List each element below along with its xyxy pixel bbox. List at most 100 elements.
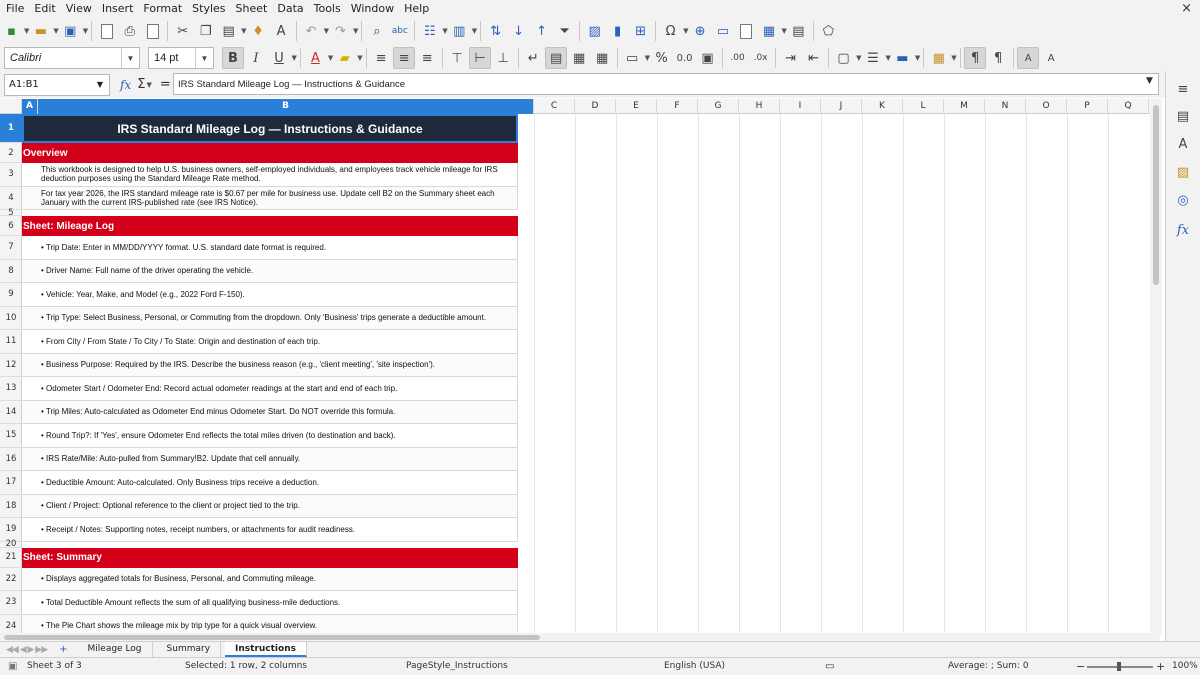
- text-direction-ltr-icon[interactable]: ¶: [964, 47, 987, 69]
- instruction-cell[interactable]: • Driver Name: Full name of the driver o…: [22, 259, 518, 283]
- instruction-cell[interactable]: • Vehicle: Year, Make, and Model (e.g., …: [22, 283, 518, 307]
- cell-area[interactable]: IRS Standard Mileage Log — Instructions …: [22, 114, 1160, 634]
- print-preview-icon[interactable]: [142, 20, 164, 42]
- undo-dropdown-icon[interactable]: ▼: [324, 27, 329, 35]
- row-icon[interactable]: ☷: [419, 20, 441, 42]
- new-document-icon[interactable]: ▪: [1, 20, 23, 42]
- row-header-17[interactable]: 17: [0, 471, 22, 495]
- tab-navigation-icon[interactable]: ◀◀ ◀ ▶ ▶▶: [6, 645, 48, 655]
- number-format-icon[interactable]: 0.0: [674, 47, 696, 69]
- print-icon[interactable]: ⎙: [119, 20, 141, 42]
- vertical-scrollbar[interactable]: [1150, 99, 1162, 635]
- menu-tools[interactable]: Tools: [309, 0, 346, 17]
- row-header-24[interactable]: 24: [0, 615, 22, 635]
- instruction-cell[interactable]: • Deductible Amount: Auto-calculated. On…: [22, 471, 518, 495]
- menu-edit[interactable]: Edit: [29, 0, 60, 17]
- align-left-icon[interactable]: ≡: [370, 47, 392, 69]
- decrease-indent-icon[interactable]: ⇤: [803, 47, 825, 69]
- delete-decimal-icon[interactable]: .0x: [750, 47, 772, 69]
- instruction-cell[interactable]: • Trip Date: Enter in MM/DD/YYYY format.…: [22, 236, 518, 260]
- select-all-corner[interactable]: [0, 99, 22, 114]
- spreadsheet-grid[interactable]: ABCDEFGHIJKLMNOPQ 1 2 3 4 5 6 7 8 9 10 11 12 13 14 15 1…: [0, 99, 1160, 634]
- function-wizard-icon[interactable]: fx: [120, 78, 131, 92]
- zoom-in-icon[interactable]: +: [1156, 660, 1165, 673]
- menu-view[interactable]: View: [61, 0, 97, 17]
- document-modified-icon[interactable]: ▣: [8, 661, 17, 672]
- text-horizontal-icon[interactable]: A: [1017, 47, 1040, 69]
- zoom-out-icon[interactable]: −: [1076, 660, 1085, 673]
- functions-icon[interactable]: fx: [1174, 221, 1192, 239]
- navigator-icon[interactable]: ◎: [1174, 191, 1192, 209]
- formula-input[interactable]: IRS Standard Mileage Log — Instructions …: [173, 73, 1159, 95]
- row-header-7[interactable]: 7: [0, 236, 22, 260]
- column-header-f[interactable]: F: [657, 99, 698, 114]
- instruction-cell[interactable]: • IRS Rate/Mile: Auto-pulled from Summar…: [22, 447, 518, 471]
- print-area-dropdown-icon[interactable]: ▼: [782, 27, 787, 35]
- title-cell[interactable]: IRS Standard Mileage Log — Instructions …: [22, 114, 518, 143]
- instruction-cell[interactable]: This workbook is designed to help U.S. b…: [22, 163, 518, 187]
- chevron-down-icon[interactable]: ▼: [195, 48, 213, 68]
- align-center-icon[interactable]: ≡: [393, 47, 416, 69]
- currency-dropdown-icon[interactable]: ▼: [645, 54, 650, 62]
- highlight-dropdown-icon[interactable]: ▼: [357, 54, 362, 62]
- sort-ascending-icon[interactable]: ↓: [508, 20, 530, 42]
- spelling-icon[interactable]: abc: [389, 20, 411, 42]
- undo-icon[interactable]: ↶: [300, 20, 322, 42]
- row-dropdown-icon[interactable]: ▼: [442, 27, 447, 35]
- name-box[interactable]: A1:B1 ▼: [4, 73, 110, 96]
- border-style-dropdown-icon[interactable]: ▼: [885, 54, 890, 62]
- row-header-16[interactable]: 16: [0, 448, 22, 471]
- instruction-cell[interactable]: • Displays aggregated totals for Busines…: [22, 567, 518, 591]
- unmerge-cells-icon[interactable]: ▦: [591, 47, 613, 69]
- sort-descending-icon[interactable]: ↑: [531, 20, 553, 42]
- tab-mileage-log[interactable]: Mileage Log: [78, 642, 153, 657]
- row-header-2[interactable]: 2: [0, 143, 22, 163]
- zoom-slider-knob[interactable]: [1117, 662, 1121, 671]
- instruction-cell[interactable]: • From City / From State / To City / To …: [22, 330, 518, 354]
- column-header-m[interactable]: M: [944, 99, 985, 114]
- instruction-cell[interactable]: • Total Deductible Amount reflects the s…: [22, 591, 518, 615]
- align-right-icon[interactable]: ≡: [416, 47, 438, 69]
- column-header-e[interactable]: E: [616, 99, 657, 114]
- chevron-down-icon[interactable]: ▼: [121, 48, 139, 68]
- row-header-6[interactable]: 6: [0, 216, 22, 236]
- paste-dropdown-icon[interactable]: ▼: [241, 27, 246, 35]
- add-sheet-icon[interactable]: +: [59, 644, 67, 655]
- formula-icon[interactable]: =: [160, 77, 171, 92]
- row-header-21[interactable]: 21: [0, 548, 22, 568]
- copy-icon[interactable]: ❐: [195, 20, 217, 42]
- instruction-cell[interactable]: • Round Trip?: If 'Yes', ensure Odometer…: [22, 424, 518, 448]
- border-color-icon[interactable]: ▬: [891, 47, 913, 69]
- menu-data[interactable]: Data: [272, 0, 308, 17]
- section-header-cell[interactable]: Sheet: Summary: [22, 547, 518, 568]
- borders-icon[interactable]: ▢: [833, 47, 855, 69]
- autofilter-icon[interactable]: ⏷: [554, 20, 576, 42]
- row-header-10[interactable]: 10: [0, 307, 22, 330]
- insert-image-icon[interactable]: ▨: [584, 20, 606, 42]
- underline-icon[interactable]: U: [268, 47, 290, 69]
- column-header-i[interactable]: I: [780, 99, 821, 114]
- row-header-1[interactable]: 1: [0, 114, 22, 143]
- instruction-cell[interactable]: • Trip Type: Select Business, Personal, …: [22, 306, 518, 330]
- open-dropdown-icon[interactable]: ▼: [53, 27, 58, 35]
- row-header-19[interactable]: 19: [0, 518, 22, 542]
- row-header-4[interactable]: 4: [0, 187, 22, 210]
- row-header-15[interactable]: 15: [0, 424, 22, 448]
- show-draw-functions-icon[interactable]: ⬠: [817, 20, 839, 42]
- borders-dropdown-icon[interactable]: ▼: [856, 54, 861, 62]
- freeze-rows-columns-icon[interactable]: ▤: [787, 20, 809, 42]
- row-header-22[interactable]: 22: [0, 568, 22, 591]
- save-icon[interactable]: ▣: [59, 20, 81, 42]
- text-vertical-icon[interactable]: A: [1040, 47, 1062, 69]
- language-status[interactable]: English (USA): [664, 661, 725, 671]
- horizontal-scroll-thumb[interactable]: [4, 635, 540, 640]
- row-header-3[interactable]: 3: [0, 163, 22, 187]
- properties-icon[interactable]: ▤: [1174, 107, 1192, 125]
- header-footer-icon[interactable]: [735, 20, 757, 42]
- column-header-n[interactable]: N: [985, 99, 1026, 114]
- selection-mode-icon[interactable]: ▭: [825, 661, 834, 672]
- tab-instructions[interactable]: Instructions: [225, 642, 307, 657]
- row-header-18[interactable]: 18: [0, 495, 22, 518]
- date-format-icon[interactable]: ▣: [697, 47, 719, 69]
- column-header-p[interactable]: P: [1067, 99, 1108, 114]
